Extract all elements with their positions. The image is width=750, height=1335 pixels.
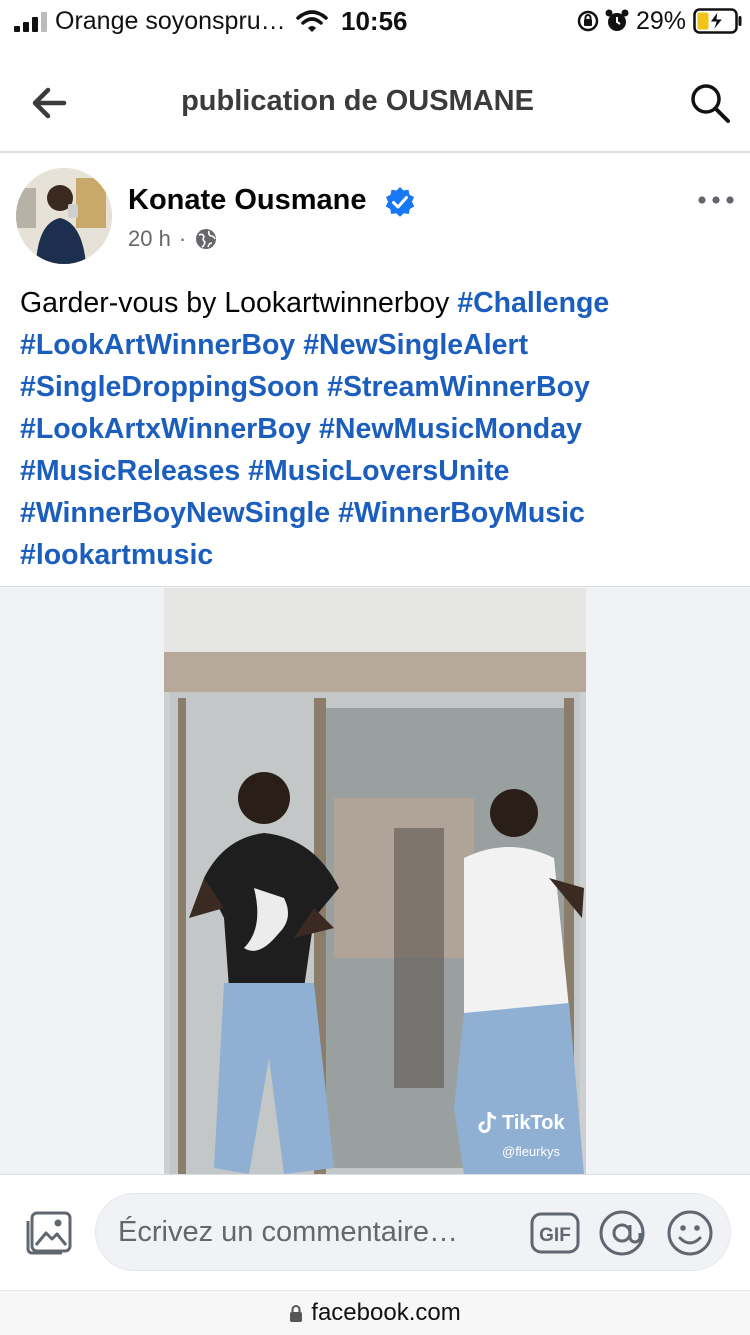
meta-separator: ·	[178, 226, 187, 251]
hashtag-link[interactable]: #SingleDroppingSoon	[20, 371, 319, 403]
tiktok-watermark: TikTok	[476, 1110, 565, 1136]
hashtag-link[interactable]: #WinnerBoyMusic	[338, 497, 585, 529]
hashtag-link[interactable]: #MusicReleases	[20, 455, 240, 487]
lock-icon	[290, 1305, 303, 1322]
hashtag-link[interactable]: #lookartmusic	[20, 539, 213, 571]
video-frame	[164, 588, 586, 1174]
gif-button[interactable]: GIF	[530, 1212, 580, 1254]
page-title: publication de OUSMANE	[181, 85, 534, 117]
hashtag-link[interactable]: #NewMusicMonday	[319, 413, 582, 445]
alarm-icon	[605, 9, 629, 31]
hashtag-link[interactable]: #LookArtxWinnerBoy	[20, 413, 311, 445]
gif-icon: GIF	[530, 1212, 580, 1254]
carrier-name: Orange soyonspru…	[55, 7, 286, 35]
hashtag-link[interactable]: #StreamWinnerBoy	[327, 371, 590, 403]
hashtag-link[interactable]: #NewSingleAlert	[303, 329, 528, 361]
tiktok-handle: @fleurkys	[502, 1144, 560, 1159]
emoji-icon[interactable]	[666, 1209, 714, 1257]
hashtag-link[interactable]: #MusicLoversUnite	[248, 455, 509, 487]
hashtag-link[interactable]: #WinnerBoyNewSingle	[20, 497, 330, 529]
comment-composer: Écrivez un commentaire… GIF	[0, 1174, 750, 1291]
tiktok-icon	[478, 1111, 497, 1133]
more-options-icon[interactable]	[696, 190, 736, 210]
mention-icon[interactable]	[598, 1209, 646, 1257]
hashtag-link[interactable]: #Challenge	[457, 287, 609, 319]
search-icon[interactable]	[688, 81, 732, 125]
globe-icon	[196, 229, 217, 249]
battery-percent: 29%	[636, 7, 687, 35]
caption-text: Garder-vous by Lookartwinnerboy	[20, 287, 458, 319]
hashtag-link[interactable]: #LookArtWinnerBoy	[20, 329, 295, 361]
author-avatar[interactable]	[16, 168, 112, 264]
url-domain: facebook.com	[311, 1299, 461, 1326]
tiktok-label: TikTok	[502, 1111, 565, 1134]
gif-label: GIF	[539, 1225, 571, 1246]
rotation-lock-icon	[577, 10, 599, 32]
verified-badge-icon	[385, 187, 415, 217]
top-nav-bar: publication de OUSMANE	[0, 55, 750, 153]
battery-charging-icon	[693, 8, 742, 34]
url-display: facebook.com	[0, 1299, 750, 1327]
browser-url-bar[interactable]: facebook.com	[0, 1290, 750, 1335]
post-meta: 20 h ·	[128, 226, 218, 252]
status-bar: Orange soyonspru… 10:56 29%	[0, 0, 750, 44]
post-time[interactable]: 20 h	[128, 226, 171, 252]
post-caption: Garder-vous by Lookartwinnerboy #Challen…	[20, 282, 735, 576]
comment-placeholder: Écrivez un commentaire…	[118, 1216, 459, 1248]
avatar-photo	[16, 168, 112, 264]
clock: 10:56	[341, 6, 408, 36]
video-player[interactable]: TikTok @fleurkys	[164, 588, 586, 1174]
wifi-icon	[296, 10, 328, 32]
author-name[interactable]: Konate Ousmane	[128, 184, 367, 217]
comment-input[interactable]: Écrivez un commentaire… GIF	[95, 1193, 731, 1271]
signal-icon	[14, 12, 47, 32]
photo-icon[interactable]	[24, 1209, 74, 1257]
